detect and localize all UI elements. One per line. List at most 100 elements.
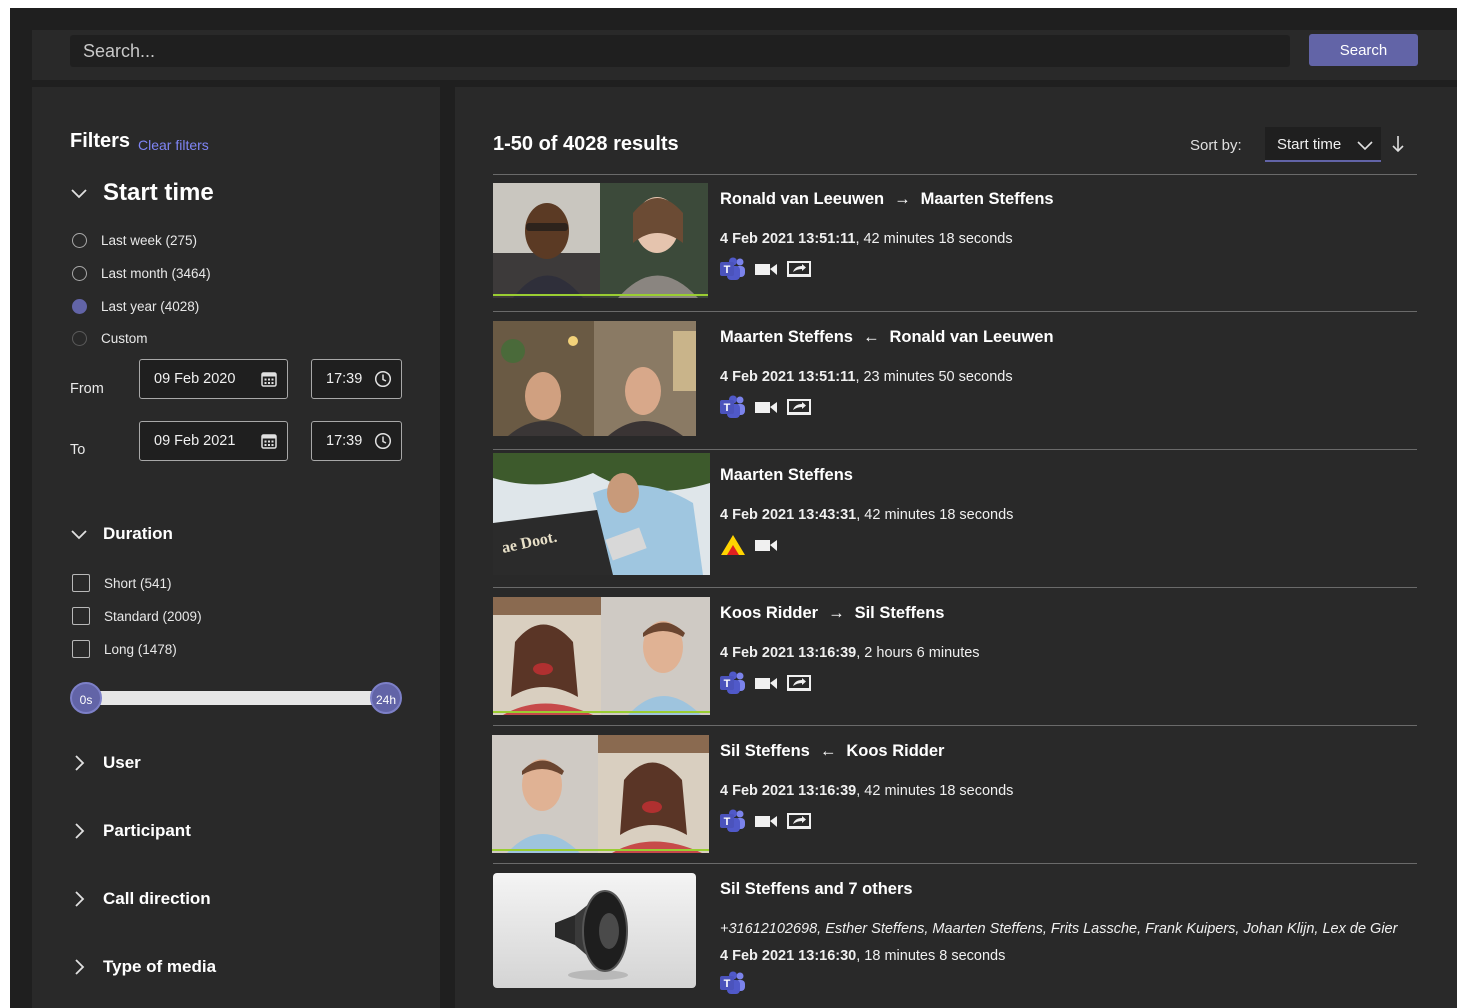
result-row[interactable]: Maarten Steffens ← Ronald van Leeuwen 4 Fe… [493,313,1417,450]
radio-label: Last year (4028) [101,299,200,314]
callee-name: Koos Ridder [846,742,945,760]
result-duration: , 18 minutes 8 seconds [856,948,1006,964]
result-title[interactable]: Sil Steffens ← Koos Ridder [720,742,944,761]
result-title[interactable]: Maarten Steffens [720,466,853,485]
radio-last-year[interactable]: Last year (4028) [72,299,199,314]
screen-share-icon [786,397,812,422]
radio-last-week[interactable]: Last week (275) [72,233,197,248]
caller-name: Maarten Steffens [720,328,853,346]
results-panel: 1-50 of 4028 results Sort by: Start time [455,87,1457,1008]
user-section-toggle[interactable]: User [70,753,141,773]
result-row[interactable]: Ronald van Leeuwen → Maarten Steffens 4 Fe… [493,175,1417,312]
video-thumbnail[interactable] [493,597,710,715]
result-title[interactable]: Koos Ridder → Sil Steffens [720,604,944,623]
result-duration: , 42 minutes 18 seconds [856,783,1014,799]
video-icon [754,537,778,558]
to-date-field[interactable]: 09 Feb 2021 [139,421,288,461]
checkbox[interactable] [72,574,90,592]
result-date: 4 Feb 2021 13:16:39 [720,645,857,661]
teams-icon: T [720,257,746,286]
svg-text:T: T [724,402,731,414]
participant-section-toggle[interactable]: Participant [70,821,191,841]
search-input[interactable] [70,35,1290,67]
chevron-right-icon [70,958,88,976]
chevron-down-icon [70,525,88,543]
result-title[interactable]: Sil Steffens and 7 others [720,880,913,899]
result-row[interactable]: Koos Ridder → Sil Steffens 4 Feb 2021 13:1… [493,589,1417,726]
duration-slider-track[interactable] [92,691,388,705]
chevron-down-icon [1357,138,1373,151]
result-date: 4 Feb 2021 13:16:30 [720,948,857,964]
clock-icon[interactable] [374,432,392,450]
caller-name: Ronald van Leeuwen [720,190,885,208]
call-direction-section-toggle[interactable]: Call direction [70,889,211,909]
result-date: 4 Feb 2021 13:51:11 [720,369,856,385]
clock-icon[interactable] [374,370,392,388]
from-time-value: 17:39 [326,371,363,387]
radio-custom[interactable]: Custom [72,331,148,346]
teams-icon: T [720,671,746,700]
checkbox-long[interactable]: Long (1478) [72,640,177,658]
type-of-media-section-toggle[interactable]: Type of media [70,957,216,977]
radio-button-selected[interactable] [72,299,87,314]
chevron-down-icon [70,184,88,202]
participants-list: +31612102698, Esther Steffens, Maarten S… [720,921,1398,937]
callee-name: Maarten Steffens [920,190,1054,208]
callee-name: Ronald van Leeuwen [889,328,1054,346]
result-duration: , 42 minutes 18 seconds [855,231,1013,247]
checkbox-short[interactable]: Short (541) [72,574,172,592]
from-date-field[interactable]: 09 Feb 2020 [139,359,288,399]
teams-icon: T [720,395,746,424]
radio-button[interactable] [72,266,87,281]
warning-icon [720,534,746,561]
result-row[interactable]: ae Doot. Maarten Steffens 4 Feb 2021 13:… [493,451,1417,588]
clear-filters-link[interactable]: Clear filters [138,137,209,153]
result-title[interactable]: Maarten Steffens ← Ronald van Leeuwen [720,328,1054,347]
sort-value: Start time [1277,136,1342,153]
audio-thumbnail[interactable] [493,873,696,988]
result-meta: 4 Feb 2021 13:51:11, 23 minutes 50 secon… [720,369,1013,385]
media-icons: T [720,971,746,1000]
search-button[interactable]: Search [1309,34,1418,66]
result-date: 4 Feb 2021 13:43:31 [720,507,857,523]
calendar-icon[interactable] [260,432,278,450]
teams-icon: T [720,809,746,838]
result-row[interactable]: Sil Steffens ← Koos Ridder 4 Feb 2021 13:1… [492,727,1417,864]
to-date-value: 09 Feb 2021 [154,433,236,449]
chevron-right-icon [70,890,88,908]
start-time-section-toggle[interactable]: Start time [70,179,214,207]
sort-descending-icon[interactable] [1391,135,1405,153]
video-thumbnail[interactable] [493,321,696,436]
video-thumbnail[interactable] [493,183,708,298]
checkbox-standard[interactable]: Standard (2009) [72,607,202,625]
result-duration: , 23 minutes 50 seconds [855,369,1013,385]
direction-arrow-icon: ← [819,742,837,760]
radio-button[interactable] [72,331,87,346]
radio-button[interactable] [72,233,87,248]
duration-section-toggle[interactable]: Duration [70,524,173,544]
result-meta: 4 Feb 2021 13:51:11, 42 minutes 18 secon… [720,231,1013,247]
filters-panel: Filters Clear filters Start time Last we… [32,87,440,1008]
direction-arrow-icon: → [894,190,911,208]
video-icon [754,261,778,282]
svg-text:T: T [724,978,731,990]
checkbox[interactable] [72,640,90,658]
slider-max-handle[interactable]: 24h [370,682,402,714]
calendar-icon[interactable] [260,370,278,388]
result-title[interactable]: Ronald van Leeuwen → Maarten Steffens [720,190,1054,209]
chevron-right-icon [70,822,88,840]
media-icons: T [720,809,812,838]
sort-dropdown[interactable]: Start time [1265,127,1381,162]
result-row[interactable]: Sil Steffens and 7 others +31612102698, … [493,865,1417,1002]
video-icon [754,675,778,696]
caller-name: Koos Ridder [720,604,819,622]
to-time-field[interactable]: 17:39 [311,421,402,461]
callee-name: Sil Steffens [854,604,945,622]
video-thumbnail[interactable]: ae Doot. [493,453,710,575]
slider-min-handle[interactable]: 0s [70,682,102,714]
video-thumbnail[interactable] [492,735,709,853]
radio-last-month[interactable]: Last month (3464) [72,266,211,281]
screen-share-icon [786,673,812,698]
checkbox[interactable] [72,607,90,625]
from-time-field[interactable]: 17:39 [311,359,402,399]
